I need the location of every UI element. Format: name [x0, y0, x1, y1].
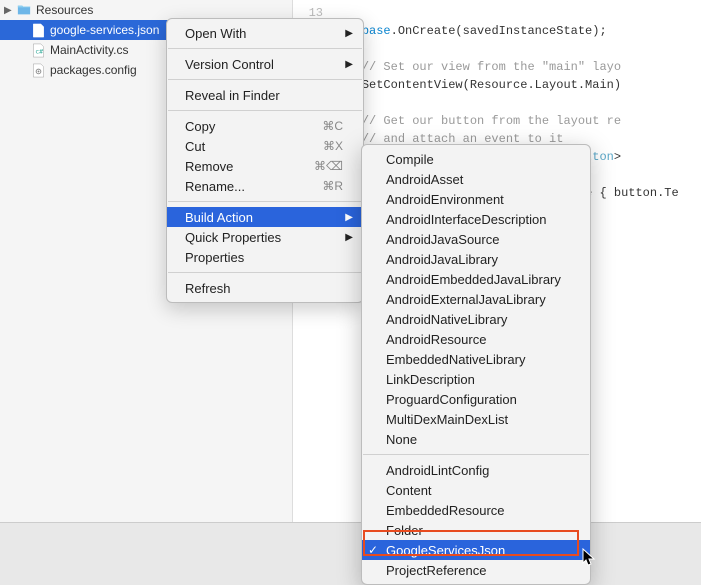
build-action-proguardconfiguration[interactable]: ProguardConfiguration	[362, 389, 590, 409]
folder-icon	[16, 2, 32, 18]
submenu-item-label: EmbeddedResource	[386, 503, 505, 518]
menu-item-label: Open With	[185, 26, 343, 41]
menu-item-remove[interactable]: Remove⌘⌫	[167, 156, 363, 176]
menu-separator	[363, 454, 589, 455]
build-action-embeddedresource[interactable]: EmbeddedResource	[362, 500, 590, 520]
submenu-item-label: Content	[386, 483, 432, 498]
svg-text:c#: c#	[35, 47, 43, 55]
menu-item-cut[interactable]: Cut⌘X	[167, 136, 363, 156]
submenu-item-label: AndroidJavaLibrary	[386, 252, 498, 267]
tree-item-label: MainActivity.cs	[50, 43, 128, 57]
menu-separator	[168, 48, 362, 49]
code-text: // Set our view from the "main" layo	[333, 58, 621, 76]
submenu-item-label: AndroidAsset	[386, 172, 463, 187]
submenu-arrow-icon: ▶	[345, 212, 353, 223]
submenu-item-label: None	[386, 432, 417, 447]
submenu-item-label: AndroidInterfaceDescription	[386, 212, 546, 227]
menu-item-quick-properties[interactable]: Quick Properties▶	[167, 227, 363, 247]
menu-item-label: Remove	[185, 159, 314, 174]
build-action-none[interactable]: None	[362, 429, 590, 449]
menu-separator	[168, 201, 362, 202]
csharp-file-icon: c#	[30, 42, 46, 58]
menu-item-label: Rename...	[185, 179, 322, 194]
code-text: base.OnCreate(savedInstanceState);	[333, 22, 607, 40]
checkmark-icon: ✓	[368, 543, 378, 557]
submenu-item-label: ProjectReference	[386, 563, 486, 578]
bottom-panel	[0, 522, 701, 585]
submenu-item-label: AndroidResource	[386, 332, 486, 347]
menu-item-properties[interactable]: Properties	[167, 247, 363, 267]
build-action-embeddednativelibrary[interactable]: EmbeddedNativeLibrary	[362, 349, 590, 369]
menu-item-rename-[interactable]: Rename...⌘R	[167, 176, 363, 196]
code-text: // Get our button from the layout re	[333, 112, 621, 130]
menu-item-label: Properties	[185, 250, 343, 265]
menu-item-version-control[interactable]: Version Control▶	[167, 54, 363, 74]
menu-shortcut: ⌘X	[323, 139, 343, 153]
submenu-item-label: AndroidNativeLibrary	[386, 312, 507, 327]
config-file-icon	[30, 62, 46, 78]
build-action-androidenvironment[interactable]: AndroidEnvironment	[362, 189, 590, 209]
menu-shortcut: ⌘C	[322, 119, 343, 133]
tree-item-label: Resources	[36, 3, 93, 17]
build-action-androidjavasource[interactable]: AndroidJavaSource	[362, 229, 590, 249]
submenu-item-label: Folder	[386, 523, 423, 538]
build-action-googleservicesjson[interactable]: ✓ GoogleServicesJson	[362, 540, 590, 560]
menu-item-open-with[interactable]: Open With▶	[167, 23, 363, 43]
menu-item-label: Reveal in Finder	[185, 88, 343, 103]
submenu-item-label: LinkDescription	[386, 372, 475, 387]
menu-separator	[168, 110, 362, 111]
submenu-item-label: MultiDexMainDexList	[386, 412, 508, 427]
menu-item-label: Copy	[185, 119, 322, 134]
submenu-item-label: AndroidLintConfig	[386, 463, 489, 478]
submenu-item-label: AndroidExternalJavaLibrary	[386, 292, 546, 307]
submenu-item-label: AndroidEmbeddedJavaLibrary	[386, 272, 561, 287]
build-action-linkdescription[interactable]: LinkDescription	[362, 369, 590, 389]
menu-shortcut: ⌘⌫	[314, 159, 343, 173]
menu-item-reveal-in-finder[interactable]: Reveal in Finder	[167, 85, 363, 105]
menu-item-build-action[interactable]: Build Action▶	[167, 207, 363, 227]
menu-item-label: Cut	[185, 139, 323, 154]
build-action-androidembeddedjavalibrary[interactable]: AndroidEmbeddedJavaLibrary	[362, 269, 590, 289]
context-menu: Open With▶Version Control▶Reveal in Find…	[166, 18, 364, 303]
tree-item-label: packages.config	[50, 63, 137, 77]
build-action-androidjavalibrary[interactable]: AndroidJavaLibrary	[362, 249, 590, 269]
menu-item-copy[interactable]: Copy⌘C	[167, 116, 363, 136]
tree-folder-resources[interactable]: ▶ Resources	[0, 0, 292, 20]
build-action-projectreference[interactable]: ProjectReference	[362, 560, 590, 580]
menu-item-label: Version Control	[185, 57, 343, 72]
menu-item-label: Refresh	[185, 281, 343, 296]
build-action-content[interactable]: Content	[362, 480, 590, 500]
submenu-item-label: Compile	[386, 152, 434, 167]
build-action-submenu: Compile AndroidAsset AndroidEnvironment And…	[361, 144, 591, 585]
menu-item-refresh[interactable]: Refresh	[167, 278, 363, 298]
submenu-arrow-icon: ▶	[345, 28, 353, 39]
submenu-item-label: GoogleServicesJson	[386, 543, 505, 558]
submenu-arrow-icon: ▶	[345, 232, 353, 243]
file-icon	[30, 22, 46, 38]
build-action-androidexternaljavalibrary[interactable]: AndroidExternalJavaLibrary	[362, 289, 590, 309]
menu-item-label: Quick Properties	[185, 230, 343, 245]
submenu-item-label: AndroidEnvironment	[386, 192, 504, 207]
menu-item-label: Build Action	[185, 210, 343, 225]
build-action-androidresource[interactable]: AndroidResource	[362, 329, 590, 349]
menu-separator	[168, 79, 362, 80]
submenu-item-label: AndroidJavaSource	[386, 232, 499, 247]
build-action-folder[interactable]: Folder	[362, 520, 590, 540]
submenu-item-label: EmbeddedNativeLibrary	[386, 352, 525, 367]
build-action-androidasset[interactable]: AndroidAsset	[362, 169, 590, 189]
build-action-androidlintconfig[interactable]: AndroidLintConfig	[362, 460, 590, 480]
build-action-compile[interactable]: Compile	[362, 149, 590, 169]
build-action-androidinterfacedescription[interactable]: AndroidInterfaceDescription	[362, 209, 590, 229]
build-action-multidexmaindexlist[interactable]: MultiDexMainDexList	[362, 409, 590, 429]
build-action-androidnativelibrary[interactable]: AndroidNativeLibrary	[362, 309, 590, 329]
disclosure-triangle-icon[interactable]: ▶	[4, 5, 16, 16]
code-text: SetContentView(Resource.Layout.Main)	[333, 76, 621, 94]
submenu-arrow-icon: ▶	[345, 59, 353, 70]
tree-item-label: google-services.json	[50, 23, 159, 37]
menu-separator	[168, 272, 362, 273]
menu-shortcut: ⌘R	[322, 179, 343, 193]
submenu-item-label: ProguardConfiguration	[386, 392, 517, 407]
